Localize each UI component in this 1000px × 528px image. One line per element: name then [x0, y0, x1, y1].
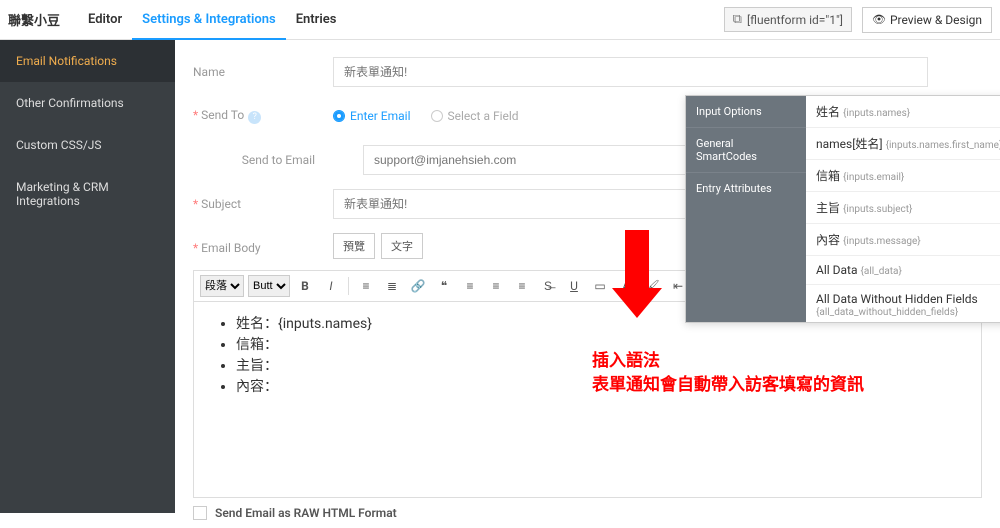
number-list-icon[interactable]: ≣: [381, 275, 403, 297]
align-right-icon[interactable]: ≡: [511, 275, 533, 297]
textcolor-icon[interactable]: A: [615, 275, 637, 297]
preview-design-button[interactable]: Preview & Design: [862, 7, 992, 33]
button-select[interactable]: Butt: [248, 275, 290, 297]
image-icon[interactable]: ▭: [589, 275, 611, 297]
body-line: 主旨：: [236, 356, 963, 377]
sendto-select-field[interactable]: Select a Field: [431, 109, 519, 123]
sidebar-item-custom-css-js[interactable]: Custom CSS/JS: [0, 124, 175, 166]
align-center-icon[interactable]: ≡: [485, 275, 507, 297]
page-title: 聯繫小豆: [8, 10, 60, 29]
shortcode-text: [fluentform id="1"]: [747, 13, 843, 27]
dd-item[interactable]: All Data Without Hidden Fields{all_data_…: [806, 285, 1000, 322]
sendto-label: Send To: [193, 108, 333, 124]
text-button[interactable]: 文字: [381, 233, 423, 259]
sidebar-item-other-confirmations[interactable]: Other Confirmations: [0, 82, 175, 124]
settings-sidebar: Email Notifications Other Confirmations …: [0, 40, 175, 513]
bgcolor-icon[interactable]: 🖌: [641, 275, 663, 297]
quote-icon[interactable]: ❝: [433, 275, 455, 297]
dd-item[interactable]: 內容{inputs.message}: [806, 224, 1000, 256]
sidebar-item-marketing-crm[interactable]: Marketing & CRM Integrations: [0, 166, 175, 222]
body-label: Email Body: [193, 241, 333, 255]
body-line: 內容：: [236, 377, 963, 398]
sendto-email-label: Send to Email: [193, 153, 333, 167]
body-line: 信箱：: [236, 335, 963, 356]
dd-item[interactable]: 姓名{inputs.names}: [806, 96, 1000, 128]
dd-item[interactable]: All Data{all_data}: [806, 256, 1000, 285]
copy-icon: [733, 12, 742, 27]
sendto-enter-email[interactable]: Enter Email: [333, 109, 411, 123]
shortcode-copy[interactable]: [fluentform id="1"]: [724, 7, 852, 32]
italic-icon[interactable]: I: [320, 275, 342, 297]
preview-button[interactable]: 預覽: [333, 233, 375, 259]
raw-html-label: Send Email as RAW HTML Format: [215, 506, 397, 520]
align-left-icon[interactable]: ≡: [459, 275, 481, 297]
dd-item[interactable]: 信箱{inputs.email}: [806, 160, 1000, 192]
editor-content[interactable]: 姓名：{inputs.names} 信箱： 主旨： 內容：: [194, 302, 981, 497]
tab-entries[interactable]: Entries: [286, 0, 347, 40]
bold-icon[interactable]: B: [294, 275, 316, 297]
link-icon[interactable]: 🔗: [407, 275, 429, 297]
dd-cat-entry-attributes[interactable]: Entry Attributes: [686, 173, 806, 204]
name-input[interactable]: [333, 57, 928, 87]
info-icon: [244, 108, 261, 122]
sidebar-item-email-notifications[interactable]: Email Notifications: [0, 40, 175, 82]
paragraph-select[interactable]: 段落: [200, 275, 244, 297]
dd-item[interactable]: 主旨{inputs.subject}: [806, 192, 1000, 224]
tab-settings[interactable]: Settings & Integrations: [132, 0, 286, 40]
subject-label: Subject: [193, 197, 333, 211]
dd-cat-input-options[interactable]: Input Options: [686, 96, 806, 128]
underline-icon[interactable]: U: [563, 275, 585, 297]
name-label: Name: [193, 65, 333, 79]
shortcode-dropdown: Input Options General SmartCodes Entry A…: [685, 95, 1000, 323]
raw-html-checkbox[interactable]: [193, 506, 207, 520]
tab-editor[interactable]: Editor: [78, 0, 132, 40]
bullet-list-icon[interactable]: ≡: [355, 275, 377, 297]
dd-item[interactable]: names[姓名]{inputs.names.first_name}: [806, 128, 1000, 160]
dd-cat-general-smartcodes[interactable]: General SmartCodes: [686, 128, 806, 173]
strike-icon[interactable]: S̶: [537, 275, 559, 297]
